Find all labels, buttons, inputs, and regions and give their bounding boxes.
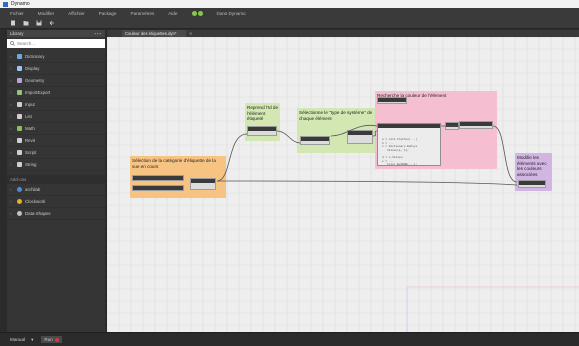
wire-2: [216, 180, 518, 186]
chevron-right-icon: ›: [10, 66, 12, 71]
math-icon: [17, 126, 22, 131]
menu-modifier[interactable]: Modifier: [38, 11, 54, 16]
library-item-list[interactable]: › List: [7, 111, 105, 123]
new-icon[interactable]: [10, 20, 16, 26]
chevron-right-icon: ›: [10, 150, 12, 155]
wires-layer: [216, 124, 518, 186]
addons-header: Add-ons: [7, 175, 105, 184]
chevron-right-icon: ›: [10, 90, 12, 95]
window-title: Dynamo: [11, 1, 30, 7]
library-item-label: ImportExport: [25, 90, 51, 95]
run-status-icon: [54, 337, 59, 342]
status-bar: Manual ▾ Run: [0, 332, 579, 346]
chevron-right-icon: ›: [10, 78, 12, 83]
library-options-icon[interactable]: ▪▪▪: [94, 31, 102, 36]
wire-3: [276, 130, 301, 144]
addons-list: › archilab › Clockwork › Data-Shapes: [7, 184, 105, 220]
string-icon: [17, 162, 22, 167]
library-item-label: Math: [25, 126, 35, 131]
dynamo-logo-icon: [3, 1, 8, 7]
library-item-revit[interactable]: › Revit: [7, 135, 105, 147]
data-shapes-icon: [17, 211, 22, 216]
library-item-label: Input: [25, 102, 35, 107]
script-icon: [17, 150, 22, 155]
chevron-right-icon: ›: [10, 54, 12, 59]
library-search-input[interactable]: Search...: [7, 39, 105, 48]
library-item-label: Script: [25, 150, 37, 155]
geometry-icon: [17, 78, 22, 83]
chevron-right-icon: ›: [10, 126, 12, 131]
run-button[interactable]: Run: [41, 336, 62, 343]
wire-6: [492, 125, 518, 183]
library-item-label: Display: [25, 66, 40, 71]
input-icon: [17, 102, 22, 107]
undo-icon[interactable]: [49, 20, 55, 26]
chevron-right-icon: ›: [10, 211, 12, 216]
menu-fichier[interactable]: Fichier: [10, 11, 24, 16]
menu-dans-dynamo[interactable]: Dans Dynamo: [217, 11, 246, 16]
addon-item-label: Data-Shapes: [25, 211, 51, 216]
menu-affichier[interactable]: Affichier: [68, 11, 85, 16]
library-item-display[interactable]: › Display: [7, 63, 105, 75]
library-item-string[interactable]: › String: [7, 159, 105, 171]
search-icon: [10, 41, 15, 46]
toolbar: [0, 18, 579, 29]
chevron-right-icon: ›: [10, 138, 12, 143]
library-item-label: List: [25, 114, 32, 119]
library-categories: › Dictionary › Display › Geometry › ImportExpor…: [7, 51, 105, 171]
clockwork-icon: [17, 199, 22, 204]
library-item-label: Dictionary: [25, 54, 45, 59]
workspace[interactable]: Couleur des étiquettes.dyn* ✕ Sélection …: [107, 30, 579, 332]
menu-package[interactable]: Package: [99, 11, 117, 16]
library-item-label: Revit: [25, 138, 36, 143]
menu-aide[interactable]: Aide: [168, 11, 177, 16]
library-item-label: String: [25, 162, 37, 167]
run-label: Run: [44, 337, 53, 342]
save-icon[interactable]: [36, 20, 42, 26]
import-export-icon: [17, 90, 22, 95]
display-icon: [17, 66, 22, 71]
preview-eye-icon[interactable]: [191, 10, 203, 16]
open-icon[interactable]: [23, 20, 29, 26]
addon-item-archilab[interactable]: › archilab: [7, 184, 105, 196]
dictionary-icon: [17, 54, 22, 59]
wire-1: [216, 133, 248, 182]
chevron-right-icon: ›: [10, 199, 12, 204]
run-mode-value: Manual: [10, 337, 26, 342]
chevron-right-icon: ›: [10, 162, 12, 167]
library-panel: Library ▪▪▪ Search... › Dictionary › Displa…: [7, 30, 105, 332]
menu-parametres[interactable]: Paramètres: [131, 11, 155, 16]
library-item-importexport[interactable]: › ImportExport: [7, 87, 105, 99]
run-mode-dropdown[interactable]: Manual ▾: [10, 337, 33, 343]
library-item-math[interactable]: › Math: [7, 123, 105, 135]
dynamo-window: Dynamo Fichier Modifier Affichier Packag…: [0, 0, 579, 346]
list-icon: [17, 114, 22, 119]
title-bar: Dynamo: [0, 0, 579, 8]
addon-item-label: Clockwork: [25, 199, 46, 204]
addon-item-clockwork[interactable]: › Clockwork: [7, 196, 105, 208]
chevron-right-icon: ›: [10, 102, 12, 107]
menu-bar: Fichier Modifier Affichier Package Param…: [0, 8, 579, 18]
addon-item-data-shapes[interactable]: › Data-Shapes: [7, 208, 105, 220]
library-item-dictionary[interactable]: › Dictionary: [7, 51, 105, 63]
chevron-right-icon: ›: [10, 187, 12, 192]
addon-item-label: archilab: [25, 187, 41, 192]
wire-4: [372, 130, 378, 137]
library-item-geometry[interactable]: › Geometry: [7, 75, 105, 87]
chevron-down-icon: ▾: [31, 336, 34, 342]
library-title: Library: [10, 31, 24, 36]
chevron-right-icon: ›: [10, 114, 12, 119]
library-header: Library ▪▪▪: [7, 30, 105, 37]
package-icon: [17, 187, 22, 192]
library-item-script[interactable]: › Script: [7, 147, 105, 159]
revit-icon: [17, 138, 22, 143]
library-item-label: Geometry: [25, 78, 45, 83]
wire-7: [330, 124, 378, 137]
search-placeholder: Search...: [17, 41, 36, 46]
library-item-input[interactable]: › Input: [7, 99, 105, 111]
